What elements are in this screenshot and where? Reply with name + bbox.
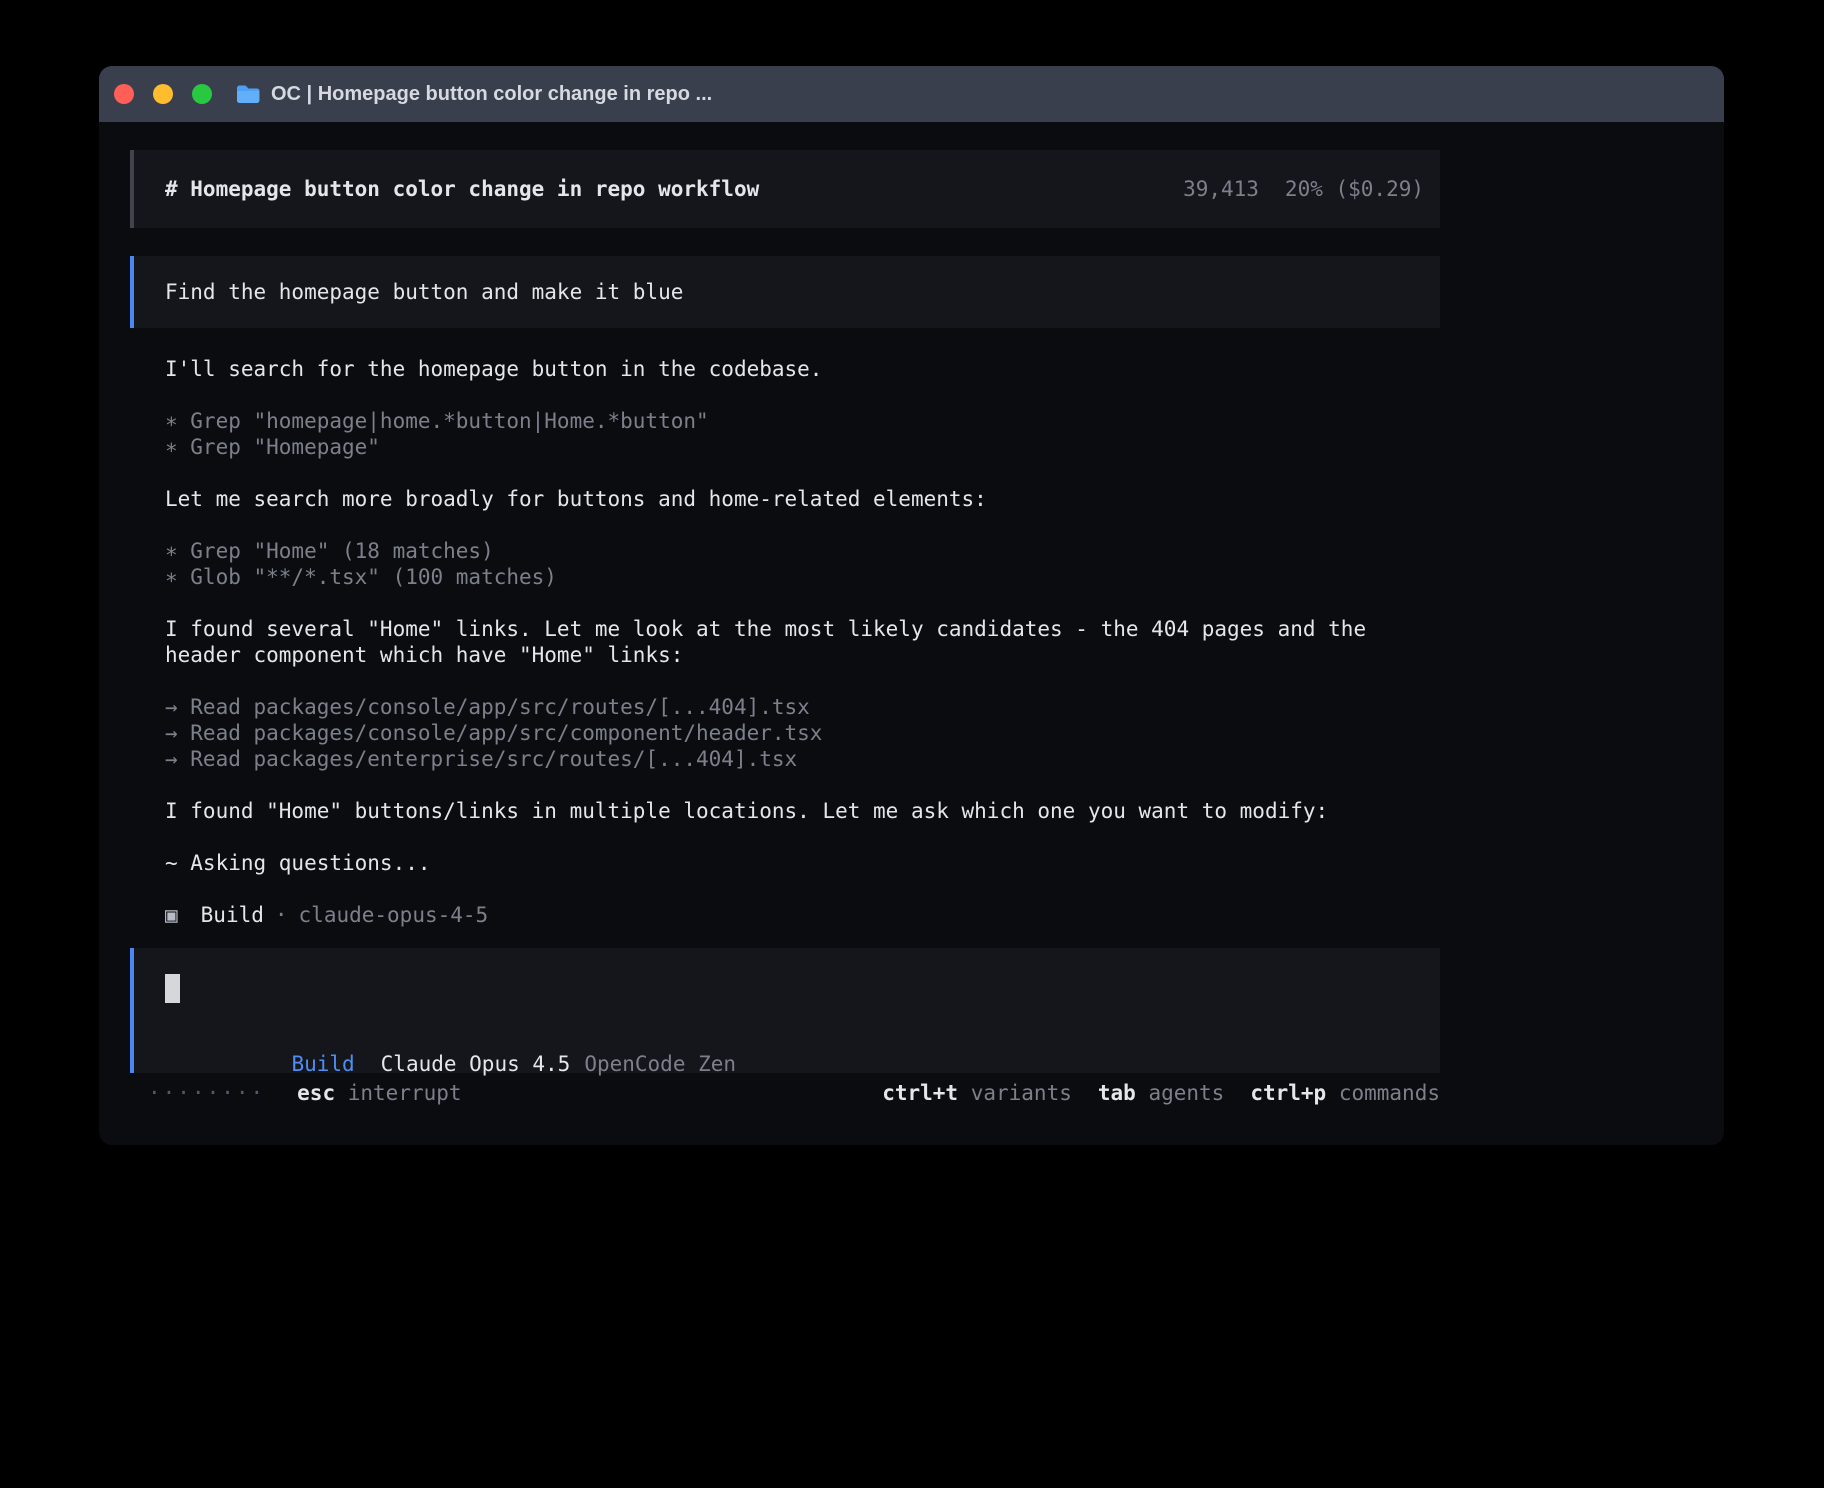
statusbar-right: ctrl+t variants tab agents ctrl+p comman… — [882, 1081, 1440, 1105]
keyhint-agents: tab agents — [1098, 1081, 1224, 1105]
statusbar-left: ········ esc interrupt — [148, 1081, 462, 1105]
dot-separator: · — [275, 902, 288, 928]
terminal-line: ∗ Grep "Homepage" — [165, 434, 1440, 460]
terminal-line — [165, 876, 1440, 902]
prompt-input[interactable]: Build Claude Opus 4.5 OpenCode Zen — [130, 948, 1440, 1073]
terminal-line — [165, 382, 1440, 408]
status-bar: ········ esc interrupt ctrl+t variants ta… — [130, 1080, 1440, 1106]
folder-icon — [235, 83, 261, 105]
terminal-line — [165, 772, 1440, 798]
terminal-line: ∗ Grep "Home" (18 matches) — [165, 538, 1440, 564]
spinner-dots: ········ — [148, 1081, 265, 1105]
terminal-line — [165, 824, 1440, 850]
terminal-line: Let me search more broadly for buttons a… — [165, 486, 1440, 512]
input-meta: BuildClaude Opus 4.5OpenCode Zen — [165, 1025, 1440, 1051]
input-mode-label: Build — [291, 1052, 354, 1076]
agent-model-id: claude-opus-4-5 — [299, 902, 489, 928]
session-header: # Homepage button color change in repo w… — [130, 150, 1440, 228]
keyhint-esc: esc — [297, 1081, 335, 1105]
token-count: 39,413 — [1183, 177, 1259, 201]
terminal-line: ∗ Grep "homepage|home.*button|Home.*butt… — [165, 408, 1440, 434]
desktop-background: OC | Homepage button color change in rep… — [0, 0, 1824, 1488]
text-cursor — [165, 974, 180, 1003]
input-provider-label: OpenCode Zen — [584, 1052, 736, 1076]
terminal-line: I found several "Home" links. Let me loo… — [165, 616, 1440, 642]
terminal-line: → Read packages/console/app/src/routes/[… — [165, 694, 1440, 720]
keyhint-commands: ctrl+p commands — [1250, 1081, 1440, 1105]
user-message-text: Find the homepage button and make it blu… — [165, 280, 683, 304]
keyhint-esc-label: interrupt — [335, 1081, 461, 1105]
user-message: Find the homepage button and make it blu… — [130, 256, 1440, 328]
terminal-line: ∗ Glob "**/*.tsx" (100 matches) — [165, 564, 1440, 590]
terminal-line: I'll search for the homepage button in t… — [165, 356, 1440, 382]
minimize-button[interactable] — [153, 84, 173, 104]
terminal-line: header component which have "Home" links… — [165, 642, 1440, 668]
keyhint-variants: ctrl+t variants — [882, 1081, 1072, 1105]
agent-status-row: ▣ Build · claude-opus-4-5 — [130, 902, 1440, 928]
input-model-label: Claude Opus 4.5 — [381, 1052, 571, 1076]
terminal-line: I found "Home" buttons/links in multiple… — [165, 798, 1440, 824]
terminal-line: ~ Asking questions... — [165, 850, 1440, 876]
traffic-lights — [114, 84, 212, 104]
terminal-content: # Homepage button color change in repo w… — [99, 122, 1724, 1106]
context-usage: 20% ($0.29) — [1285, 177, 1424, 201]
session-stats: 39,413 20% ($0.29) — [1183, 177, 1424, 201]
session-title: # Homepage button color change in repo w… — [165, 177, 759, 201]
conversation-lines: I'll search for the homepage button in t… — [130, 356, 1440, 902]
terminal-window: OC | Homepage button color change in rep… — [99, 66, 1724, 1145]
agent-square-icon: ▣ — [165, 902, 178, 928]
zoom-button[interactable] — [192, 84, 212, 104]
close-button[interactable] — [114, 84, 134, 104]
terminal-line — [165, 460, 1440, 486]
terminal-line — [165, 590, 1440, 616]
agent-name: Build — [201, 902, 264, 928]
window-titlebar: OC | Homepage button color change in rep… — [99, 66, 1724, 122]
terminal-line — [165, 668, 1440, 694]
terminal-line: → Read packages/enterprise/src/routes/[.… — [165, 746, 1440, 772]
terminal-line — [165, 512, 1440, 538]
terminal-line: → Read packages/console/app/src/componen… — [165, 720, 1440, 746]
window-title: OC | Homepage button color change in rep… — [271, 83, 712, 106]
